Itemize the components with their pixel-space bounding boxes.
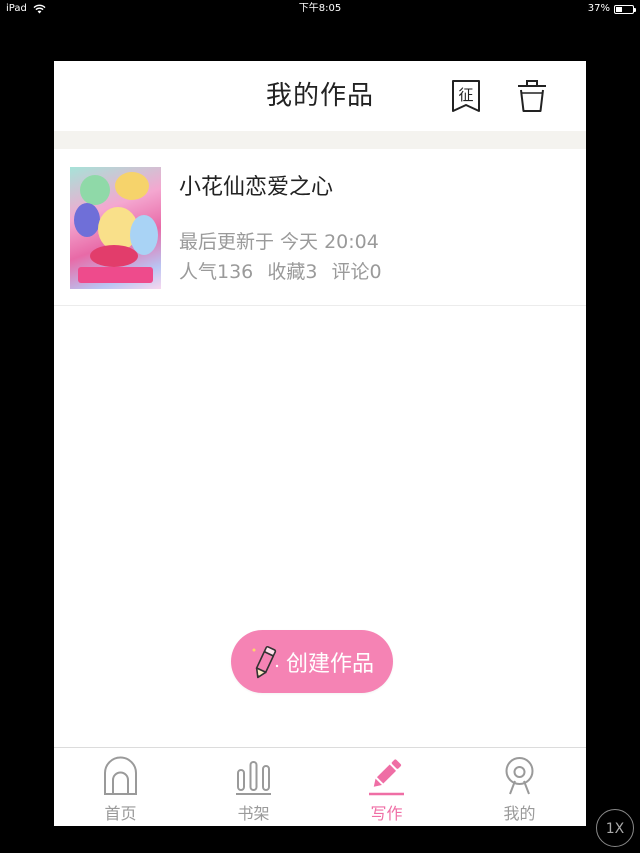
tab-bookshelf-label: 书架 bbox=[237, 804, 270, 823]
tab-write[interactable]: 写作 bbox=[320, 748, 453, 826]
battery-fill bbox=[616, 6, 622, 12]
pencil-icon bbox=[252, 645, 279, 678]
tab-write-label: 写作 bbox=[370, 804, 403, 823]
work-updated-time: 最后更新于 今天 20:04 bbox=[179, 231, 379, 253]
favorites-count: 收藏3 bbox=[267, 261, 318, 283]
create-work-button[interactable]: 创建作品 bbox=[231, 630, 393, 693]
contest-icon[interactable]: 征 bbox=[448, 78, 484, 114]
battery-percent: 37% bbox=[587, 3, 610, 14]
page-title: 我的作品 bbox=[265, 81, 374, 111]
cover-title-band bbox=[78, 267, 153, 283]
tab-home-label: 首页 bbox=[104, 804, 137, 823]
comments-count: 评论0 bbox=[331, 261, 382, 283]
work-list-item[interactable]: 小花仙恋爱之心 最后更新于 今天 20:04 人气136 收藏3 评论0 bbox=[54, 149, 586, 306]
tab-profile-label: 我的 bbox=[503, 804, 536, 823]
status-time: 下午8:05 bbox=[298, 3, 342, 14]
zoom-toggle-button[interactable]: 1X bbox=[596, 809, 634, 847]
popularity-count: 人气136 bbox=[179, 261, 254, 283]
tab-bookshelf[interactable]: 书架 bbox=[187, 748, 320, 826]
home-icon bbox=[104, 756, 137, 795]
app-screen: 我的作品 征 小花仙恋爱之心 最后更新于 今天 20:04 人气136 收藏3 bbox=[54, 61, 586, 826]
status-right: 37% bbox=[587, 0, 636, 18]
profile-icon bbox=[505, 757, 534, 795]
tab-bar: 首页 书架 写作 我的 bbox=[54, 747, 586, 826]
tab-profile[interactable]: 我的 bbox=[453, 748, 586, 826]
section-divider bbox=[54, 131, 586, 149]
pen-icon bbox=[369, 759, 404, 796]
create-work-label: 创建作品 bbox=[285, 651, 374, 677]
trash-icon[interactable] bbox=[514, 78, 550, 114]
battery-icon bbox=[614, 4, 636, 14]
tab-home[interactable]: 首页 bbox=[54, 748, 187, 826]
bookshelf-icon bbox=[236, 761, 271, 795]
contest-icon-char: 征 bbox=[458, 86, 473, 104]
status-bar: iPad 下午8:05 37% bbox=[0, 0, 640, 18]
work-title: 小花仙恋爱之心 bbox=[179, 175, 334, 200]
nav-bar: 我的作品 征 bbox=[54, 61, 586, 131]
work-stats: 人气136 收藏3 评论0 bbox=[179, 257, 390, 284]
work-cover-image[interactable] bbox=[70, 167, 161, 289]
